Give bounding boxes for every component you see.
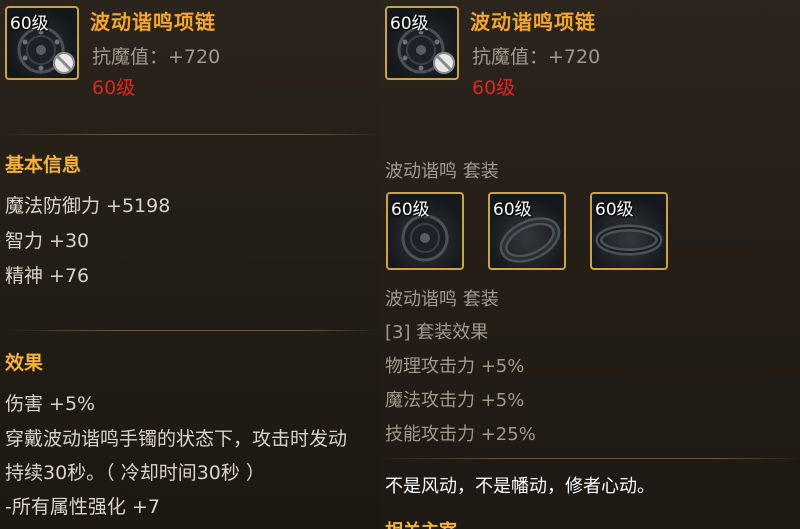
set-bonus-line: 物理攻击力 +5% <box>385 356 525 377</box>
set-bonus-heading: [3] 套装效果 <box>385 322 489 343</box>
effect-line: -所有属性强化 +7 <box>5 496 160 518</box>
item-icon-slot[interactable]: 60级 <box>5 6 79 80</box>
flavor-text: 不是风动，不是幡动，修者心动。 <box>385 476 655 497</box>
basic-info-heading: 基本信息 <box>5 154 82 176</box>
no-trade-icon <box>53 52 75 74</box>
divider <box>0 330 380 331</box>
item-level-badge: 60级 <box>390 14 429 34</box>
stat-line: 智力 +30 <box>5 230 90 252</box>
set-piece-slot[interactable]: 60级 <box>590 192 668 270</box>
stat-line: 魔法防御力 +5198 <box>5 195 171 217</box>
item-name: 波动谐鸣项链 <box>470 10 596 34</box>
item-level-badge: 60级 <box>10 14 49 34</box>
divider <box>0 134 380 135</box>
no-trade-icon <box>433 52 455 74</box>
item-stat: 抗魔值：+720 <box>92 46 221 68</box>
set-piece-slot[interactable]: 60级 <box>488 192 566 270</box>
set-bonus-line: 魔法攻击力 +5% <box>385 390 525 411</box>
item-tooltip-left: 60级 波动谐鸣项链 抗魔值：+720 60级 基本信息 魔法防御力 +5198… <box>0 0 380 529</box>
related-heading: 相关主宰 <box>385 517 457 529</box>
effect-line: 伤害 +5% <box>5 393 96 415</box>
set-piece-slot[interactable]: 60级 <box>386 192 464 270</box>
set-piece-level: 60级 <box>493 200 532 220</box>
divider <box>380 458 800 459</box>
set-bonus-line: 技能攻击力 +25% <box>385 424 536 445</box>
item-stat: 抗魔值：+720 <box>472 46 601 68</box>
effect-line: 穿戴波动谐鸣手镯的状态下，攻击时发动 <box>5 428 348 450</box>
required-level: 60级 <box>92 77 136 99</box>
set-piece-level: 60级 <box>391 200 430 220</box>
item-icon-slot[interactable]: 60级 <box>385 6 459 80</box>
item-tooltip-right: 60级 波动谐鸣项链 抗魔值：+720 60级 波动谐鸣 套装 60级 60级 … <box>380 0 800 529</box>
required-level: 60级 <box>472 77 516 99</box>
effect-line: 持续30秒。（ 冷却时间30秒 ） <box>5 462 265 484</box>
set-piece-level: 60级 <box>595 200 634 220</box>
set-title-secondary: 波动谐鸣 套装 <box>385 289 499 310</box>
set-title: 波动谐鸣 套装 <box>385 161 499 182</box>
item-name: 波动谐鸣项链 <box>90 10 216 34</box>
stat-line: 精神 +76 <box>5 265 90 287</box>
effect-heading: 效果 <box>5 352 44 374</box>
